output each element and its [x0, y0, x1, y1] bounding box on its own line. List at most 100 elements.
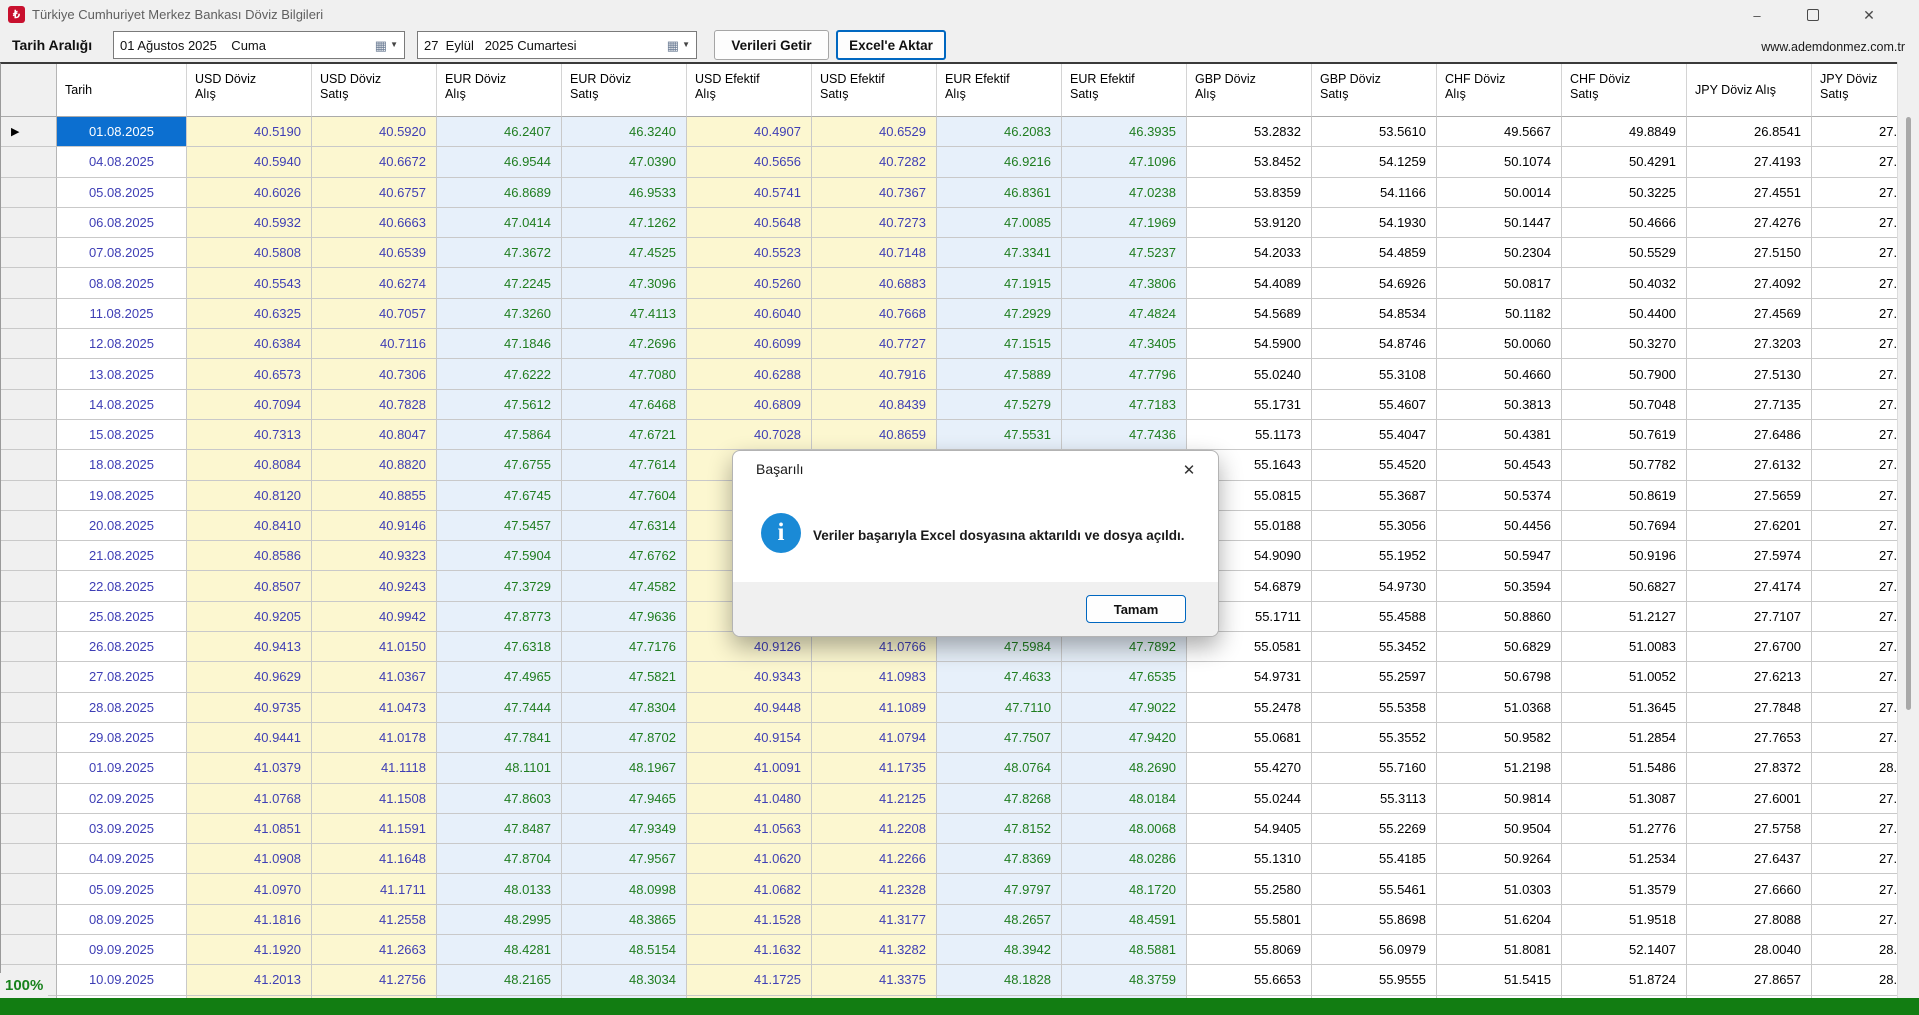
rate-cell[interactable]: 27.9930 [1812, 905, 1897, 935]
date-cell[interactable]: 21.08.2025 [57, 541, 187, 571]
rate-cell[interactable]: 53.8359 [1187, 178, 1312, 208]
rate-cell[interactable]: 47.0085 [937, 208, 1062, 238]
rate-cell[interactable]: 51.0303 [1437, 874, 1562, 904]
rate-cell[interactable]: 27.8043 [1812, 662, 1897, 692]
row-selector[interactable] [1, 662, 57, 692]
rate-cell[interactable]: 50.7782 [1562, 450, 1687, 480]
rate-cell[interactable]: 50.9582 [1437, 723, 1562, 753]
rate-cell[interactable]: 46.3935 [1062, 117, 1187, 147]
rate-cell[interactable]: 55.0244 [1187, 784, 1312, 814]
date-cell[interactable]: 25.08.2025 [57, 602, 187, 632]
rate-cell[interactable]: 48.1967 [562, 753, 687, 783]
rate-cell[interactable]: 41.0794 [812, 723, 937, 753]
rate-cell[interactable]: 41.1528 [687, 905, 812, 935]
corner-header[interactable] [1, 64, 57, 117]
rate-cell[interactable]: 51.0368 [1437, 693, 1562, 723]
rate-cell[interactable]: 47.4965 [437, 662, 562, 692]
rate-cell[interactable]: 47.7110 [937, 693, 1062, 723]
rate-cell[interactable]: 40.6663 [312, 208, 437, 238]
rate-cell[interactable]: 40.5656 [687, 147, 812, 177]
date-cell[interactable]: 20.08.2025 [57, 511, 187, 541]
date-cell[interactable]: 01.09.2025 [57, 753, 187, 783]
rate-cell[interactable]: 40.9154 [687, 723, 812, 753]
rate-cell[interactable]: 52.1407 [1562, 935, 1687, 965]
rate-cell[interactable]: 48.2995 [437, 905, 562, 935]
rate-cell[interactable]: 51.0052 [1562, 662, 1687, 692]
rate-cell[interactable]: 27.7802 [1812, 541, 1897, 571]
rate-cell[interactable]: 40.4907 [687, 117, 812, 147]
rate-cell[interactable]: 28.1895 [1812, 935, 1897, 965]
rate-cell[interactable]: 41.1725 [687, 965, 812, 995]
rate-cell[interactable]: 41.2266 [812, 844, 937, 874]
rate-cell[interactable]: 27.7830 [1812, 784, 1897, 814]
rate-cell[interactable]: 50.0060 [1437, 329, 1562, 359]
rate-cell[interactable]: 55.2478 [1187, 693, 1312, 723]
rate-cell[interactable]: 50.3225 [1562, 178, 1687, 208]
rate-cell[interactable]: 27.6660 [1687, 874, 1812, 904]
rate-cell[interactable]: 48.3865 [562, 905, 687, 935]
column-header[interactable]: EUR DövizSatış [562, 64, 687, 117]
rate-cell[interactable]: 47.1846 [437, 329, 562, 359]
rate-cell[interactable]: 50.9264 [1437, 844, 1562, 874]
rate-cell[interactable]: 51.2198 [1437, 753, 1562, 783]
rate-cell[interactable]: 54.4859 [1312, 238, 1437, 268]
rate-cell[interactable]: 49.5667 [1437, 117, 1562, 147]
rate-cell[interactable]: 47.1515 [937, 329, 1062, 359]
rate-cell[interactable]: 40.7282 [812, 147, 937, 177]
rate-cell[interactable]: 47.7614 [562, 450, 687, 480]
rate-cell[interactable]: 41.1591 [312, 814, 437, 844]
rate-cell[interactable]: 41.0178 [312, 723, 437, 753]
rate-cell[interactable]: 47.0238 [1062, 178, 1187, 208]
rate-cell[interactable]: 41.1816 [187, 905, 312, 935]
rate-cell[interactable]: 27.7653 [1687, 723, 1812, 753]
rate-cell[interactable]: 47.8603 [437, 784, 562, 814]
rate-cell[interactable]: 27.6486 [1687, 420, 1812, 450]
rate-cell[interactable]: 27.5974 [1687, 541, 1812, 571]
rate-cell[interactable]: 47.3405 [1062, 329, 1187, 359]
rate-cell[interactable]: 40.8047 [312, 420, 437, 450]
rate-cell[interactable]: 47.2245 [437, 268, 562, 298]
row-selector[interactable] [1, 329, 57, 359]
rate-cell[interactable]: 51.2534 [1562, 844, 1687, 874]
rate-cell[interactable]: 47.6721 [562, 420, 687, 450]
rate-cell[interactable]: 50.8860 [1437, 602, 1562, 632]
rate-cell[interactable]: 55.3113 [1312, 784, 1437, 814]
row-selector[interactable] [1, 874, 57, 904]
column-header[interactable]: JPY Döviz Alış [1687, 64, 1812, 117]
row-selector[interactable] [1, 693, 57, 723]
rate-cell[interactable]: 40.7916 [812, 359, 937, 389]
rate-cell[interactable]: 27.5990 [1812, 571, 1897, 601]
rate-cell[interactable]: 55.2580 [1187, 874, 1312, 904]
rate-cell[interactable]: 47.9349 [562, 814, 687, 844]
rate-cell[interactable]: 27.6132 [1687, 450, 1812, 480]
rate-cell[interactable]: 40.8855 [312, 481, 437, 511]
rate-cell[interactable]: 40.6274 [312, 268, 437, 298]
rate-cell[interactable]: 40.9413 [187, 632, 312, 662]
rate-cell[interactable]: 53.8452 [1187, 147, 1312, 177]
rate-cell[interactable]: 41.0563 [687, 814, 812, 844]
row-selector[interactable] [1, 571, 57, 601]
rate-cell[interactable]: 27.7585 [1812, 814, 1897, 844]
rate-cell[interactable]: 55.4270 [1187, 753, 1312, 783]
date-cell[interactable]: 28.08.2025 [57, 693, 187, 723]
rate-cell[interactable]: 47.4824 [1062, 299, 1187, 329]
rate-cell[interactable]: 55.0240 [1187, 359, 1312, 389]
rate-cell[interactable]: 55.4607 [1312, 390, 1437, 420]
row-selector[interactable] [1, 723, 57, 753]
rate-cell[interactable]: 47.5237 [1062, 238, 1187, 268]
rate-cell[interactable]: 50.1182 [1437, 299, 1562, 329]
rate-cell[interactable]: 47.5531 [937, 420, 1062, 450]
rate-cell[interactable]: 41.1711 [312, 874, 437, 904]
column-header[interactable]: USD EfektifAlış [687, 64, 812, 117]
row-selector[interactable] [1, 299, 57, 329]
rate-cell[interactable]: 41.1920 [187, 935, 312, 965]
rate-cell[interactable]: 55.0681 [1187, 723, 1312, 753]
rate-cell[interactable]: 53.9120 [1187, 208, 1312, 238]
rate-cell[interactable]: 40.7057 [312, 299, 437, 329]
rate-cell[interactable]: 47.7080 [562, 359, 687, 389]
rate-cell[interactable]: 40.6573 [187, 359, 312, 389]
rate-cell[interactable]: 40.6099 [687, 329, 812, 359]
rate-cell[interactable]: 26.8541 [1687, 117, 1812, 147]
rate-cell[interactable]: 40.6539 [312, 238, 437, 268]
rate-cell[interactable]: 50.4660 [1437, 359, 1562, 389]
